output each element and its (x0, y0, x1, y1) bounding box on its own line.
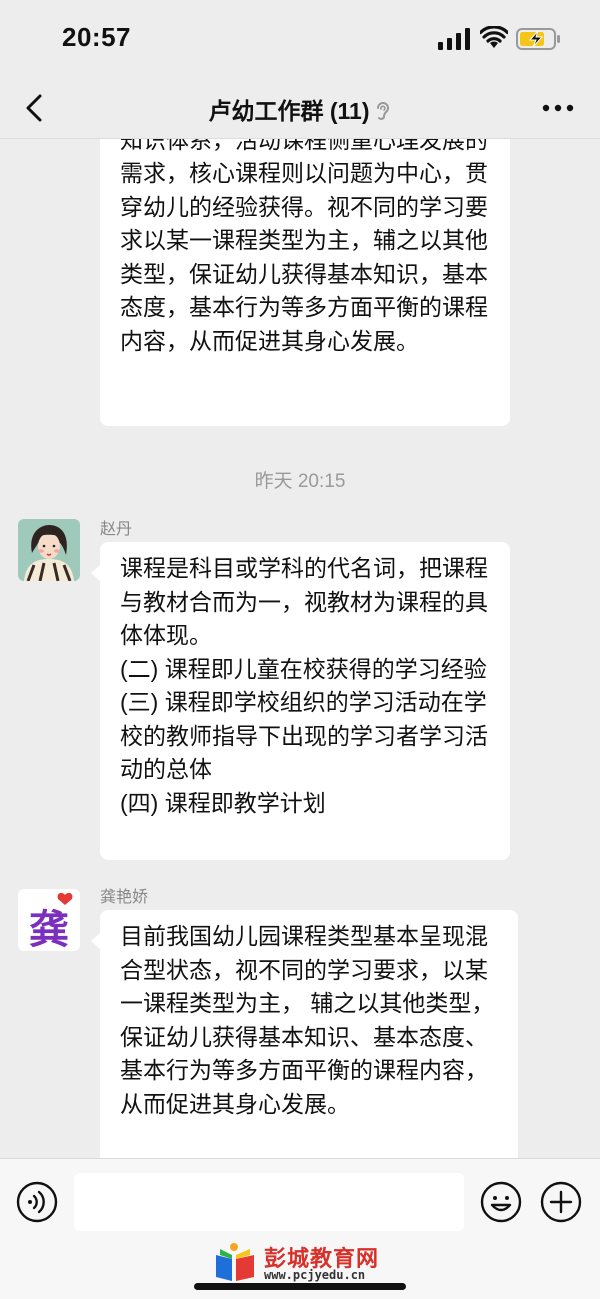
message-text: 动课程二、核心课程。分科课程偏重知识体系，活动课程侧重心理发展的需求，核心课程则… (120, 118, 488, 354)
book-logo-icon (216, 1243, 254, 1281)
avatar-gong-yanjiao[interactable]: 龚 (18, 889, 80, 951)
status-time: 20:57 (62, 22, 131, 52)
battery-charging-icon (516, 28, 560, 50)
chat-header: 卢幼工作群 (11) (0, 78, 600, 139)
chat-title-wrap: 卢幼工作群 (11) (0, 92, 600, 126)
message-input[interactable] (74, 1173, 464, 1231)
avatar-portrait-icon (18, 519, 80, 581)
message-bubble[interactable]: 目前我国幼儿园课程类型基本呈现混合型状态，视不同的学习要求，以某一课程类型为主，… (91, 910, 518, 1170)
status-bar: 20:57 (0, 0, 600, 78)
plus-icon[interactable] (540, 1181, 582, 1223)
voice-input-icon[interactable] (16, 1181, 58, 1223)
chat-input-bar: 彭城教育网 www.pcjyedu.cn (0, 1158, 600, 1299)
chat-timestamp: 昨天 20:15 (254, 471, 346, 492)
home-indicator (194, 1283, 406, 1290)
sender-name: 龚艳娇 (100, 889, 149, 906)
earpiece-mode-icon (376, 102, 389, 120)
avatar-zhao-dan[interactable] (18, 519, 80, 581)
message-text: 课程是科目或学科的代名词，把课程与教材合而为一，视教材为课程的具体体现。 (二)… (120, 555, 488, 816)
cellular-signal-icon (438, 28, 470, 50)
message-bubble-partial[interactable]: 动课程二、核心课程。分科课程偏重知识体系，活动课程侧重心理发展的需求，核心课程则… (100, 118, 510, 426)
chat-title: 卢幼工作群 (11) (208, 98, 370, 124)
sender-name: 赵丹 (100, 521, 133, 538)
watermark-url: www.pcjyedu.cn (264, 1268, 366, 1282)
message-bubble[interactable]: 课程是科目或学科的代名词，把课程与教材合而为一，视教材为课程的具体体现。 (二)… (91, 542, 510, 860)
avatar-initial: 龚 (29, 907, 69, 951)
emoji-icon[interactable] (480, 1181, 522, 1223)
wifi-icon (480, 26, 508, 48)
site-watermark: 彭城教育网 www.pcjyedu.cn (212, 1241, 402, 1285)
message-text: 目前我国幼儿园课程类型基本呈现混合型状态，视不同的学习要求，以某一课程类型为主，… (120, 923, 495, 1117)
more-options-icon[interactable] (540, 98, 576, 118)
